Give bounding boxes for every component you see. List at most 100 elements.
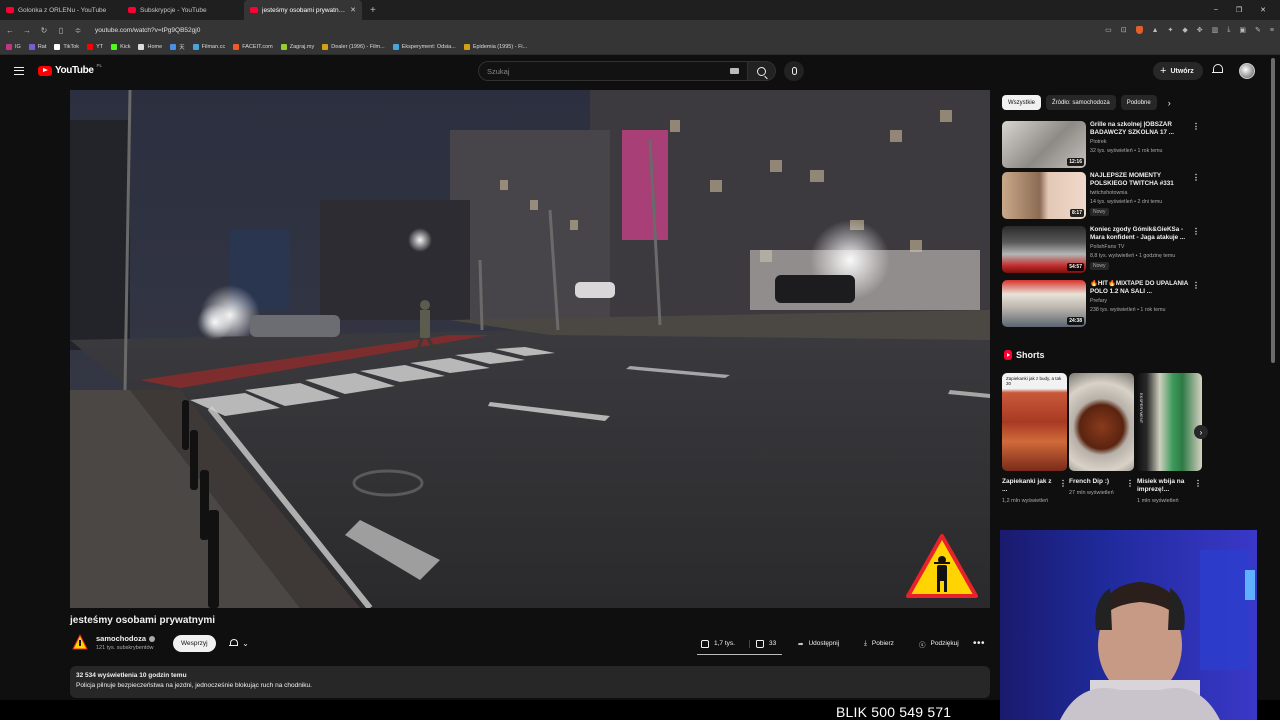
bookmark-item[interactable]: Dealer (1996) - Film... (322, 44, 385, 50)
short-item[interactable]: Zapiekanki jak z budy, a tak 30 Zapiekan… (1002, 373, 1067, 505)
download-icon[interactable]: ⤓ (1227, 26, 1230, 34)
logo-country: PL (96, 63, 103, 68)
bookmark-item[interactable]: 天 (170, 43, 185, 51)
short-title: Zapiekanki jak z ... (1002, 478, 1052, 493)
sidebar-icon[interactable]: ▥ (1212, 26, 1219, 34)
menu-icon[interactable]: ≡ (1270, 27, 1274, 34)
browser-tab[interactable]: Golonka z ORLENu - YouTube (0, 0, 122, 20)
new-tab-icon[interactable]: + (362, 5, 384, 16)
youtube-favicon-icon (128, 7, 136, 13)
minimize-icon[interactable]: – (1214, 6, 1218, 14)
bookmark-item[interactable]: TikTok (54, 44, 79, 50)
recommendation-item[interactable]: 54:57 Koniec zgody Gómik&GieKSa - Mara k… (1002, 226, 1202, 274)
close-window-icon[interactable]: ✕ (1260, 6, 1266, 14)
description-box[interactable]: 32 534 wyświetlenia 10 godzin temu Polic… (70, 666, 990, 698)
more-options-icon[interactable]: ⋮ (1192, 122, 1200, 131)
browser-tab[interactable]: Subskrypcje - YouTube (122, 0, 244, 20)
bookmark-item[interactable]: Epidemia (1995) - Fi... (463, 44, 527, 50)
short-item[interactable]: French Dip :) 27 mln wyświetleń ⋮ (1069, 373, 1134, 497)
new-badge: Nowy (1090, 208, 1109, 216)
browser-tab-active[interactable]: jesteśmy osobami prywatnymi ✕ (244, 0, 362, 20)
more-options-icon[interactable]: ⋮ (1192, 173, 1200, 182)
back-icon[interactable]: ← (6, 26, 14, 35)
bookmark-icon[interactable]: ▯ (57, 26, 65, 35)
create-button[interactable]: + Utwórz (1153, 62, 1203, 80)
dollar-icon: ⓢ (919, 641, 926, 649)
bookmark-item[interactable]: Home (138, 44, 162, 50)
page-scrollbar[interactable] (1271, 58, 1275, 363)
more-actions-icon[interactable]: ••• (973, 638, 985, 649)
extension-icon[interactable]: ▲ (1152, 27, 1159, 34)
description-text: Policja pilnuje bezpieczeństwa na jezdni… (76, 682, 312, 689)
search-input[interactable] (487, 66, 730, 76)
more-options-icon[interactable]: ⋮ (1126, 479, 1134, 488)
video-player[interactable] (70, 90, 990, 608)
keyboard-icon[interactable] (730, 68, 739, 74)
bookmark-favicon-icon (54, 44, 61, 50)
chip-all[interactable]: Wszystkie (1002, 95, 1041, 110)
bookmark-item[interactable]: IG (6, 44, 21, 50)
search-box (478, 61, 748, 81)
chip-related[interactable]: Podobne (1120, 95, 1157, 110)
video-thumbnail: 8:17 (1002, 172, 1086, 219)
recommendation-channel: Prefary (1090, 298, 1108, 304)
youtube-favicon-icon (250, 7, 258, 13)
more-options-icon[interactable]: ⋮ (1059, 479, 1067, 488)
share-label: Udostępnij (808, 640, 840, 647)
bookmark-item[interactable]: Kick (111, 44, 130, 50)
download-label: Pobierz (871, 640, 894, 647)
duration-badge: 8:17 (1069, 209, 1084, 217)
site-info-icon[interactable]: ≑ (74, 26, 82, 35)
edit-icon[interactable]: ✎ (1255, 26, 1261, 34)
bookmark-item[interactable]: Rat (28, 44, 46, 50)
guide-menu-icon[interactable] (14, 67, 24, 75)
cast-icon[interactable]: ▭ (1105, 26, 1112, 34)
support-button[interactable]: Wesprzyj (173, 635, 216, 652)
dislike-button[interactable]: 33 (749, 639, 776, 648)
recommendation-item[interactable]: 12:16 Grille na szkolnej |OBSZAR BADAWCZ… (1002, 121, 1202, 169)
bookmark-item[interactable]: YT (87, 44, 103, 50)
bookmark-item[interactable]: Eksperyment: Odsia... (392, 44, 456, 50)
bookmark-item[interactable]: FACEIT.com (233, 44, 273, 50)
reload-icon[interactable]: ↻ (40, 26, 48, 35)
extensions-puzzle-icon[interactable]: ✥ (1197, 26, 1203, 34)
extension-icon[interactable]: ◆ (1182, 26, 1187, 34)
recommendation-stats: 238 tys. wyświetleń • 1 rok temu (1090, 307, 1166, 313)
bookmark-item[interactable]: Zagraj.my (280, 44, 314, 50)
subscription-bell-button[interactable]: ⌄ (222, 635, 256, 652)
more-options-icon[interactable]: ⋮ (1194, 479, 1202, 488)
close-tab-icon[interactable]: ✕ (350, 6, 356, 14)
brave-shield-icon[interactable] (1135, 26, 1143, 34)
short-thumbnail: EKSPERYMENT (1137, 373, 1202, 471)
like-button[interactable]: 1,7 tys. (697, 639, 749, 648)
chevron-right-icon[interactable]: › (1168, 98, 1171, 108)
wallet-icon[interactable]: ▣ (1239, 26, 1246, 34)
more-options-icon[interactable]: ⋮ (1192, 227, 1200, 236)
thanks-button[interactable]: ⓢ Podziękuj (912, 635, 966, 652)
share-button[interactable]: ➦ Udostępnij (791, 635, 846, 652)
bookmark-favicon-icon (28, 44, 35, 50)
recommendation-item[interactable]: 8:17 NAJLEPSZE MOMENTY POLSKIEGO TWITCHA… (1002, 172, 1202, 220)
short-item[interactable]: EKSPERYMENT Misiek wbija na imprezę!... … (1137, 373, 1202, 505)
tab-title: Golonka z ORLENu - YouTube (18, 6, 107, 14)
recommendation-channel: Piotrek (1090, 139, 1107, 145)
channel-avatar[interactable] (72, 634, 88, 650)
account-avatar[interactable] (1239, 63, 1255, 79)
channel-name-link[interactable]: samochodoza (96, 634, 156, 643)
translate-icon[interactable]: ⊡ (1121, 26, 1127, 34)
download-button[interactable]: ⤓ Pobierz (857, 635, 901, 652)
url-field[interactable]: youtube.com/watch?v=tPg9QB52gj0 (95, 27, 200, 34)
bookmark-item[interactable]: Filman.cc (192, 44, 225, 50)
youtube-logo[interactable]: YouTube PL (38, 63, 103, 76)
extension-icon[interactable]: ✦ (1168, 26, 1174, 34)
voice-search-button[interactable] (784, 61, 804, 81)
blik-overlay-text: BLIK 500 549 571 (836, 704, 952, 720)
recommendation-item[interactable]: 24:38 🔥HIT🔥MIXTAPE DO UPALANIA POLO 1.2 … (1002, 280, 1202, 328)
chip-from-channel[interactable]: Źródło: samochodoza (1046, 95, 1116, 110)
search-button[interactable] (748, 61, 776, 81)
notifications-bell-icon[interactable] (1212, 64, 1223, 75)
more-options-icon[interactable]: ⋮ (1192, 281, 1200, 290)
forward-icon[interactable]: → (23, 26, 31, 35)
shorts-next-button[interactable]: › (1194, 425, 1208, 439)
restore-icon[interactable]: ❐ (1236, 6, 1242, 14)
